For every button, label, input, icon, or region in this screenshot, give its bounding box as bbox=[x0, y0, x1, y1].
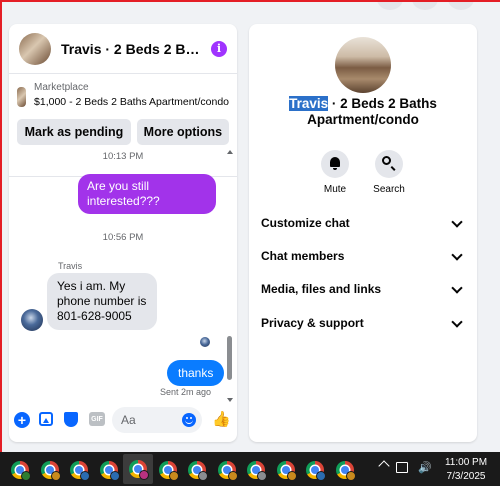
info-icon[interactable]: i bbox=[211, 40, 227, 57]
chat-info-panel: Travis · 2 Beds 2 Baths Apartment/condo … bbox=[249, 24, 477, 442]
scroll-down-arrow[interactable] bbox=[227, 398, 233, 402]
taskbar-app-chrome-icon[interactable] bbox=[156, 458, 180, 482]
sender-avatar[interactable] bbox=[21, 309, 43, 331]
profile-badge bbox=[139, 470, 149, 480]
menu-label: Privacy & support bbox=[261, 316, 364, 330]
volume-icon[interactable]: 🔊 bbox=[418, 461, 432, 474]
outgoing-message[interactable]: Are you still interested??? bbox=[78, 174, 216, 214]
listing-photo-avatar[interactable] bbox=[335, 37, 391, 93]
taskbar-app-chrome-icon[interactable] bbox=[274, 458, 298, 482]
profile-badge bbox=[316, 471, 326, 481]
thumbs-up-icon[interactable]: 👍 bbox=[212, 410, 231, 428]
profile-badge bbox=[109, 471, 120, 481]
profile-badge bbox=[21, 471, 31, 481]
scrollbar-thumb[interactable] bbox=[227, 336, 232, 380]
search-label: Search bbox=[373, 184, 405, 195]
more-options-button[interactable]: More options bbox=[136, 119, 229, 145]
chat-title[interactable]: Travis · 2 Beds 2 Baths Apartment/condo bbox=[61, 41, 203, 57]
gif-icon[interactable]: GIF bbox=[89, 412, 105, 426]
message-timestamp: 10:56 PM bbox=[102, 232, 144, 243]
listing-avatar[interactable] bbox=[19, 32, 51, 65]
selected-name: Travis bbox=[289, 96, 329, 111]
outgoing-message[interactable]: thanks bbox=[167, 360, 225, 386]
sticker-icon[interactable] bbox=[64, 412, 78, 427]
menu-label: Media, files and links bbox=[261, 282, 382, 296]
menu-customize-chat[interactable]: Customize chat bbox=[261, 213, 465, 233]
bell-icon bbox=[330, 157, 340, 170]
window-border-top bbox=[0, 0, 500, 2]
mark-as-pending-button[interactable]: Mark as pending bbox=[17, 119, 131, 145]
taskbar-app-chrome-icon[interactable] bbox=[215, 458, 239, 482]
sender-name: Travis bbox=[58, 261, 83, 271]
profile-badge bbox=[168, 471, 179, 481]
message-composer: + GIF 👍 bbox=[9, 404, 237, 442]
clock[interactable]: 11:00 PM 7/3/2025 bbox=[436, 456, 496, 484]
menu-chat-members[interactable]: Chat members bbox=[261, 246, 465, 266]
profile-badge bbox=[345, 471, 356, 481]
message-timestamp: 10:13 PM bbox=[102, 151, 144, 162]
seen-receipt-avatar bbox=[200, 337, 210, 347]
taskbar-app-chrome-icon[interactable] bbox=[8, 458, 32, 482]
taskbar-app-chrome-icon[interactable] bbox=[67, 458, 91, 482]
profile-badge bbox=[257, 471, 267, 481]
mute-button[interactable] bbox=[321, 150, 349, 178]
photo-icon[interactable] bbox=[39, 412, 53, 426]
chevron-down-icon bbox=[451, 215, 463, 228]
scroll-up-arrow[interactable] bbox=[227, 150, 233, 154]
incoming-message[interactable]: Yes i am. My phone number is 801-628-900… bbox=[47, 273, 157, 330]
listing-text[interactable]: $1,000 - 2 Beds 2 Baths Apartment/condo bbox=[34, 94, 229, 110]
window-border-left bbox=[0, 0, 2, 452]
info-title: Travis · 2 Beds 2 Baths Apartment/condo bbox=[249, 96, 477, 128]
search-icon bbox=[382, 156, 391, 165]
plus-icon[interactable]: + bbox=[14, 412, 30, 428]
search-button[interactable] bbox=[375, 150, 403, 178]
emoji-icon[interactable] bbox=[182, 413, 196, 427]
marketplace-label: Marketplace bbox=[34, 82, 89, 93]
taskbar-app-chrome-icon[interactable] bbox=[123, 454, 153, 484]
menu-media-files-links[interactable]: Media, files and links bbox=[261, 279, 465, 299]
profile-badge bbox=[227, 471, 238, 481]
profile-badge bbox=[80, 471, 90, 481]
listing-thumbnail[interactable] bbox=[17, 87, 27, 107]
clock-time: 11:00 PM bbox=[444, 457, 488, 468]
menu-label: Chat members bbox=[261, 249, 345, 263]
menu-privacy-support[interactable]: Privacy & support bbox=[261, 313, 465, 333]
profile-badge bbox=[50, 471, 61, 481]
mute-action[interactable]: Mute bbox=[305, 150, 365, 195]
taskbar-app-chrome-icon[interactable] bbox=[185, 458, 209, 482]
menu-label: Customize chat bbox=[261, 216, 350, 230]
chevron-down-icon bbox=[451, 315, 463, 328]
taskbar-app-chrome-icon[interactable] bbox=[38, 458, 62, 482]
taskbar-app-chrome-icon[interactable] bbox=[333, 458, 357, 482]
sent-status: Sent 2m ago bbox=[160, 387, 212, 397]
chevron-down-icon bbox=[451, 248, 463, 261]
profile-badge bbox=[198, 471, 208, 481]
chat-header[interactable]: Travis · 2 Beds 2 Baths Apartment/condo … bbox=[9, 24, 237, 74]
clock-date: 7/3/2025 bbox=[446, 471, 486, 482]
chevron-down-icon bbox=[451, 281, 463, 294]
network-icon[interactable] bbox=[396, 462, 408, 473]
chat-window: Travis · 2 Beds 2 Baths Apartment/condo … bbox=[9, 24, 237, 442]
profile-badge bbox=[286, 471, 297, 481]
taskbar-app-chrome-icon[interactable] bbox=[244, 458, 268, 482]
search-action[interactable]: Search bbox=[359, 150, 419, 195]
taskbar-app-chrome-icon[interactable] bbox=[97, 458, 121, 482]
taskbar-app-chrome-icon[interactable] bbox=[303, 458, 327, 482]
mute-label: Mute bbox=[323, 184, 347, 195]
